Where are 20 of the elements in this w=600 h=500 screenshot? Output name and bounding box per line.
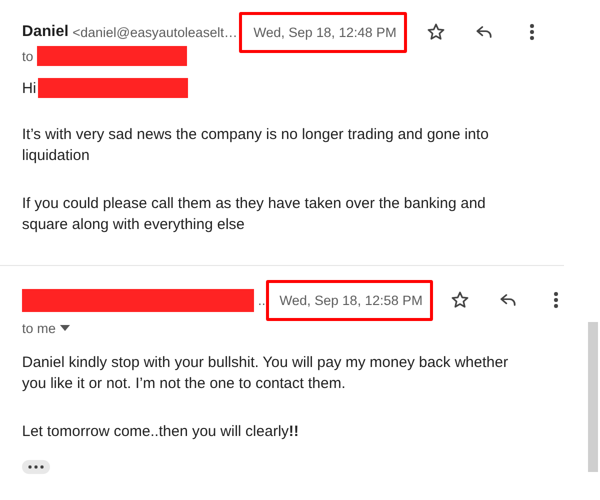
- more-options-icon[interactable]: [552, 291, 559, 309]
- message-paragraph: Let tomorrow come..then you will clearly!!: [22, 422, 300, 442]
- star-icon[interactable]: [426, 22, 446, 42]
- ellipsis-icon: [28, 465, 44, 469]
- message-paragraph: It’s with very sad news the company is no longer trading and gone into liquidation: [22, 125, 490, 166]
- recipient-label: to me: [22, 320, 56, 336]
- message-paragraph: Daniel kindly stop with your bullshit. You will pay my money back whether you like it or not. I’m not the one to contact them.: [22, 353, 510, 394]
- message-paragraph: If you could please call them as they have taken over the banking and square along with everything else: [22, 194, 487, 235]
- caret-icon[interactable]: [60, 325, 70, 331]
- greeting-text: Hi: [22, 80, 36, 96]
- more-options-icon[interactable]: [528, 23, 535, 41]
- show-trimmed-button[interactable]: [22, 460, 50, 474]
- message-date: Wed, Sep 18, 12:58 PM: [280, 292, 423, 308]
- scrollbar-thumb[interactable]: [588, 322, 598, 472]
- star-icon[interactable]: [450, 290, 470, 310]
- sender-name: Daniel: [22, 23, 69, 41]
- sender-email: <daniel@easyautoleaselt…: [72, 24, 238, 40]
- message-date: Wed, Sep 18, 12:48 PM: [253, 24, 397, 40]
- recipient-label: to: [22, 48, 34, 64]
- sender-ellipsis: ..: [258, 292, 266, 308]
